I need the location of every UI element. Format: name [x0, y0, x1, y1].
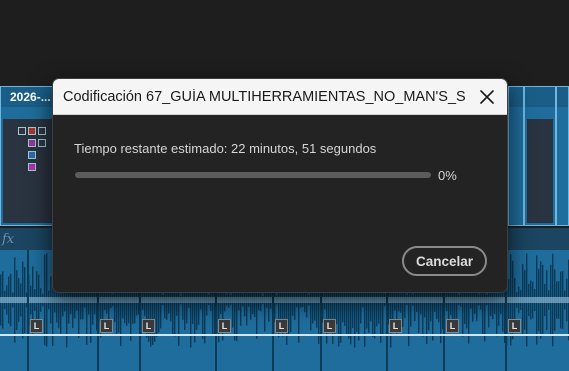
audio-channel-badge: L [446, 319, 459, 333]
video-clip[interactable] [508, 86, 524, 226]
clip-thumbnail [3, 119, 53, 223]
audio-channel-badge: L [275, 319, 288, 333]
audio-channel-badge: L [100, 319, 113, 333]
audio-clip-edge [27, 250, 29, 371]
clip-thumbnail [527, 119, 553, 223]
audio-channel-badge: L [508, 319, 521, 333]
audio-channel-badge: L [30, 319, 43, 333]
dialog-title: Codificación 67_GUÍA MULTIHERRAMIENTAS_N… [63, 88, 465, 105]
audio-channel-badge: L [142, 319, 155, 333]
encoding-dialog: Codificación 67_GUÍA MULTIHERRAMIENTAS_N… [52, 78, 508, 293]
dialog-titlebar: Codificación 67_GUÍA MULTIHERRAMIENTAS_N… [53, 79, 507, 115]
clip-label: 2026-... [1, 87, 55, 107]
audio-channel-badge: L [323, 319, 336, 333]
audio-channel-badge: L [389, 319, 402, 333]
progress-bar [75, 172, 431, 178]
video-clip[interactable] [524, 86, 556, 226]
audio-baseline [0, 334, 569, 336]
time-remaining-text: Tiempo restante estimado: 22 minutos, 51… [74, 141, 377, 156]
close-icon [480, 90, 494, 104]
dialog-body: Tiempo restante estimado: 22 minutos, 51… [53, 115, 507, 292]
editor-window: 2026-... fx L L L L L L L L L Codificaci… [0, 0, 569, 371]
video-clip[interactable] [556, 86, 569, 226]
cancel-button[interactable]: Cancelar [402, 246, 487, 276]
progress-percent: 0% [438, 168, 457, 183]
video-clip[interactable]: 2026-... [0, 86, 56, 226]
audio-channel-badge: L [218, 319, 231, 333]
close-button[interactable] [475, 85, 499, 109]
fx-icon: fx [2, 232, 15, 247]
